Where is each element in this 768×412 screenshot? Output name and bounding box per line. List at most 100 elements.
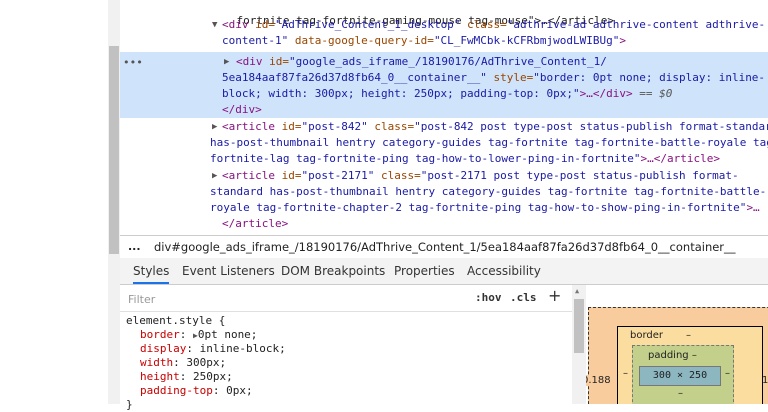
border-label: border [630,330,664,341]
breadcrumb-item[interactable]: div#google_ads_iframe_/18190176/AdThrive… [154,236,736,258]
attr-name: id= [248,18,275,31]
tree-node-post-2171[interactable]: <article id="post-2171" class="post-2171… [222,168,739,184]
tag-close: </article> [222,217,289,230]
style-prop-display[interactable]: display: inline-block; [126,342,286,356]
rule-selector: element.style { [126,314,226,327]
collapse-triangle-icon[interactable]: ▼ [212,20,217,30]
padding-right-value[interactable]: – [725,368,730,379]
padding-label: padding – [648,350,697,361]
tree-line-0[interactable]: fortnite tag-fortnite-gaming-mouse tag-m… [210,0,615,27]
attr-value: "adthrive-ad adthrive-content adthrive- [506,18,766,31]
style-prop-height[interactable]: height: 250px; [126,370,286,384]
expand-triangle-icon[interactable]: ▶ [224,57,229,67]
attr-value: "CL_FwMCbk-kCFRbmjwodLWIBUg" [433,34,620,47]
attr-value: 5ea184aaf87fa26d37d8fb64_0__container__" [222,71,487,84]
rule-closing: } [126,398,133,411]
tree-line-a1-2[interactable]: has-post-thumbnail hentry category-guide… [210,135,768,151]
hov-button[interactable]: :hov [475,291,502,304]
margin-box[interactable]: border – padding – – 300 × 250 – – [588,307,768,404]
attr-value: "post-842 post type-post status-publish … [414,120,768,133]
margin-left-value[interactable]: 0.188 [586,375,611,386]
prop-name[interactable]: border [140,328,180,341]
margin-right-value[interactable]: 1 [762,375,768,386]
attr-name: class= [460,18,507,31]
prop-value[interactable]: 300px; [186,356,226,369]
prop-sep: : [186,342,200,355]
tree-node-selected-div[interactable]: <div id="google_ads_iframe_/18190176/AdT… [236,54,607,70]
prop-value[interactable]: 0pt none; [198,328,258,341]
tag-close: </div> [222,103,262,116]
attr-name: id= [262,55,289,68]
padding-box[interactable]: padding – – 300 × 250 – – [623,345,734,404]
border-box[interactable]: border – padding – – 300 × 250 – – [617,326,763,404]
styles-scrollbar[interactable]: ▲ [572,285,586,404]
tree-node-post-842[interactable]: <article id="post-842" class="post-842 p… [222,119,768,135]
content-box[interactable]: 300 × 250 [639,366,721,386]
attr-value: content-1" [222,34,289,47]
prop-name[interactable]: padding-top [140,384,213,397]
tree-close-article[interactable]: </article> [222,216,288,232]
tag-name: <article [222,169,275,182]
expand-triangle-icon[interactable]: ▶ [212,171,217,181]
prop-value[interactable]: 250px; [193,370,233,383]
prop-name[interactable]: width [140,356,173,369]
padding-left-value[interactable]: – [623,368,628,379]
attr-value: "border: 0pt none; display: inline- [533,71,766,84]
left-gutter [0,0,108,404]
prop-value[interactable]: inline-block; [200,342,286,355]
attr-name: class= [374,169,421,182]
expand-triangle-icon[interactable]: ▶ [212,122,217,132]
prop-name[interactable]: display [140,342,186,355]
tree-line-a1-3[interactable]: fortnite-lag tag-fortnite-ping tag-how-t… [210,151,720,167]
tab-accessibility[interactable]: Accessibility [467,258,541,284]
node-menu-dots-icon[interactable]: ••• [123,56,143,69]
style-prop-width[interactable]: width: 300px; [126,356,286,370]
border-top-value[interactable]: – [686,330,691,341]
page-scrollbar-thumb[interactable] [109,46,119,254]
styles-filter-row: :hov .cls + [120,285,572,312]
tag-close: >… [746,201,760,214]
prop-name[interactable]: height [140,370,180,383]
tree-line-a2-3[interactable]: royale tag-fortnite-chapter-2 tag-fortni… [210,200,760,216]
attr-value: "AdThrive_Content_1_desktop" [275,18,461,31]
sidebar-tab-bar: Styles Event Listeners DOM Breakpoints P… [120,258,768,285]
attr-name: id= [274,120,302,133]
tree-line-2[interactable]: content-1" data-google-query-id="CL_FwMC… [222,33,626,49]
tag-name: <div [236,55,263,68]
elements-tree: fortnite tag-fortnite-gaming-mouse tag-m… [120,0,768,234]
tag-name: <div [222,18,249,31]
tag-close: >…</div> [579,87,633,100]
tree-line-sel-3[interactable]: block; width: 300px; height: 250px; padd… [222,86,672,102]
attr-value: "post-2171 post type-post status-publish… [420,169,739,182]
page-scrollbar[interactable] [108,0,120,404]
tab-styles[interactable]: Styles [133,258,170,284]
new-style-rule-button[interactable]: + [548,286,561,305]
attr-value: block; width: 300px; height: 250px; padd… [222,87,580,100]
styles-filter-input[interactable] [126,290,450,308]
tree-close-div[interactable]: </div> [222,102,262,118]
breadcrumb-ellipsis[interactable]: ... [128,236,141,258]
attr-name: class= [367,120,415,133]
attr-value: "post-2171" [301,169,375,182]
attr-name: style= [486,71,534,84]
style-prop-border[interactable]: border: ▶0pt none; [126,328,286,342]
styles-scrollbar-thumb[interactable] [574,299,584,353]
prop-sep: : [212,384,227,397]
tab-event-listeners[interactable]: Event Listeners [182,258,275,284]
prop-value[interactable]: 0px; [226,384,253,397]
tree-line-sel-2[interactable]: 5ea184aaf87fa26d37d8fb64_0__container__"… [222,70,765,86]
tab-properties[interactable]: Properties [394,258,455,284]
tree-node-adthrive-div[interactable]: <div id="AdThrive_Content_1_desktop" cla… [222,17,765,33]
tree-line-a2-2[interactable]: standard has-post-thumbnail hentry categ… [210,184,766,200]
attr-value: standard has-post-thumbnail hentry categ… [210,185,767,198]
attr-value: royale tag-fortnite-chapter-2 tag-fortni… [210,201,747,214]
scroll-up-icon[interactable]: ▲ [575,287,579,295]
attr-name: data-google-query-id= [288,34,434,47]
cls-button[interactable]: .cls [510,291,537,304]
style-prop-padding-top[interactable]: padding-top: 0px; [126,384,286,398]
element-style-rule: element.style { border: ▶0pt none; displ… [126,314,286,412]
prop-sep: : [179,370,193,383]
tab-dom-breakpoints[interactable]: DOM Breakpoints [281,258,385,284]
padding-bottom-value[interactable]: – [678,388,683,399]
tag-name: <article [222,120,275,133]
